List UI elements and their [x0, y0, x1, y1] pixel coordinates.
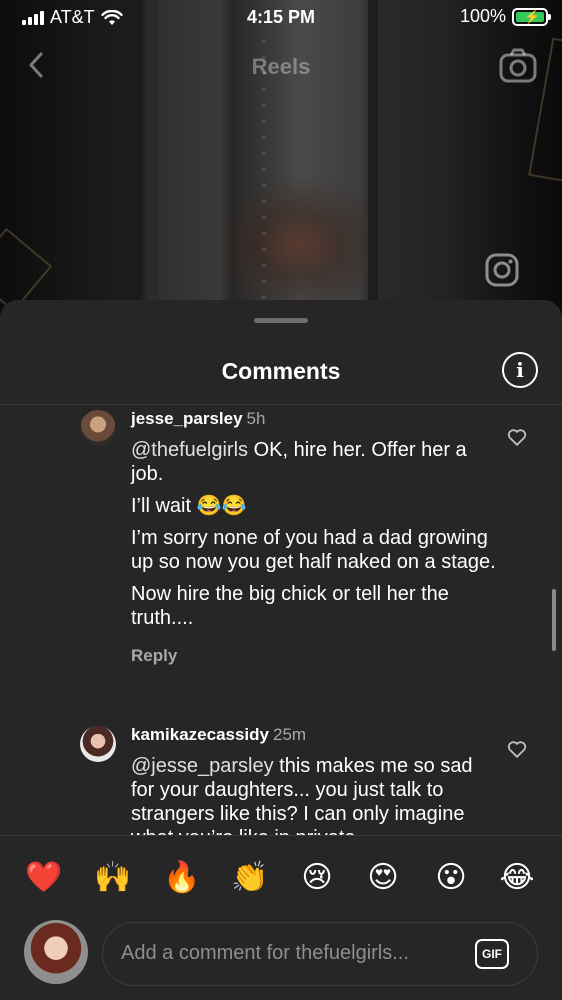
comment-body: kamikazecassidy 25m @jesse_parsley this m…: [131, 724, 496, 836]
emoji-heart-eyes-button[interactable]: 😍: [363, 858, 403, 898]
comment-username[interactable]: jesse_parsley: [131, 409, 243, 428]
mention-link[interactable]: @thefuelgirls: [131, 439, 248, 461]
comment-text: @jesse_parsley this makes me so sad for …: [131, 754, 496, 836]
battery-group: 100% ⚡: [459, 6, 551, 27]
emoji-laughing-button[interactable]: 😂: [497, 858, 537, 898]
reels-title: Reels: [251, 54, 311, 79]
comments-list[interactable]: jesse_parsley 5h @thefuelgirls OK, hire h…: [0, 406, 562, 836]
instagram-logo-icon: [485, 253, 519, 287]
reply-button[interactable]: Reply: [131, 646, 496, 666]
comment-text: Now hire the big chick or tell her the t…: [131, 583, 449, 629]
heart-icon[interactable]: [506, 738, 528, 760]
emoji-raised-hands-button[interactable]: 🙌: [93, 858, 133, 898]
camera-icon[interactable]: [498, 46, 538, 86]
comment-time: 25m: [273, 725, 307, 744]
reels-top-nav: Reels: [0, 44, 562, 90]
info-icon[interactable]: i: [502, 352, 538, 388]
avatar[interactable]: [80, 410, 116, 446]
divider: [0, 404, 562, 405]
sheet-grabber[interactable]: [254, 318, 308, 323]
comment-time: 5h: [246, 409, 266, 428]
comment-input-row: GIF: [0, 920, 562, 990]
comment-text: I’ll wait 😂😂: [131, 495, 247, 517]
avatar[interactable]: [80, 726, 116, 762]
comment-text: @thefuelgirls OK, hire her. Offer her a …: [131, 438, 496, 486]
sheet-title: Comments: [221, 358, 341, 384]
gif-button[interactable]: GIF: [475, 939, 509, 969]
emoji-clap-button[interactable]: 👏: [230, 858, 270, 898]
comment-header: kamikazecassidy 25m: [131, 724, 496, 746]
battery-percent: 100%: [459, 6, 506, 26]
divider: [0, 835, 562, 836]
scrollbar[interactable]: [552, 589, 556, 651]
status-bar: AT&T 4:15 PM 100% ⚡: [0, 0, 562, 34]
comment-input[interactable]: [121, 923, 461, 984]
comment-input-container: GIF: [102, 922, 538, 986]
comment-username[interactable]: kamikazecassidy: [131, 725, 269, 744]
comments-sheet: Comments i jesse_parsley 5h @thefuelgirls…: [0, 300, 562, 1000]
battery-icon: ⚡: [512, 7, 551, 26]
emoji-fire-button[interactable]: 🔥: [162, 858, 202, 898]
avatar[interactable]: [24, 920, 88, 984]
emoji-quick-bar: ❤️ 🙌 🔥 👏 😢 😍 😮 😂: [0, 858, 562, 902]
emoji-surprised-button[interactable]: 😮: [431, 858, 471, 898]
comment-body: jesse_parsley 5h @thefuelgirls OK, hire h…: [131, 408, 496, 666]
emoji-crying-button[interactable]: 😢: [297, 858, 337, 898]
mention-link[interactable]: @jesse_parsley: [131, 755, 274, 777]
heart-icon[interactable]: [506, 426, 528, 448]
comment-header: jesse_parsley 5h: [131, 408, 496, 430]
comment-text: I’m sorry none of you had a dad growing …: [131, 527, 496, 573]
emoji-heart-button[interactable]: ❤️: [24, 858, 64, 898]
